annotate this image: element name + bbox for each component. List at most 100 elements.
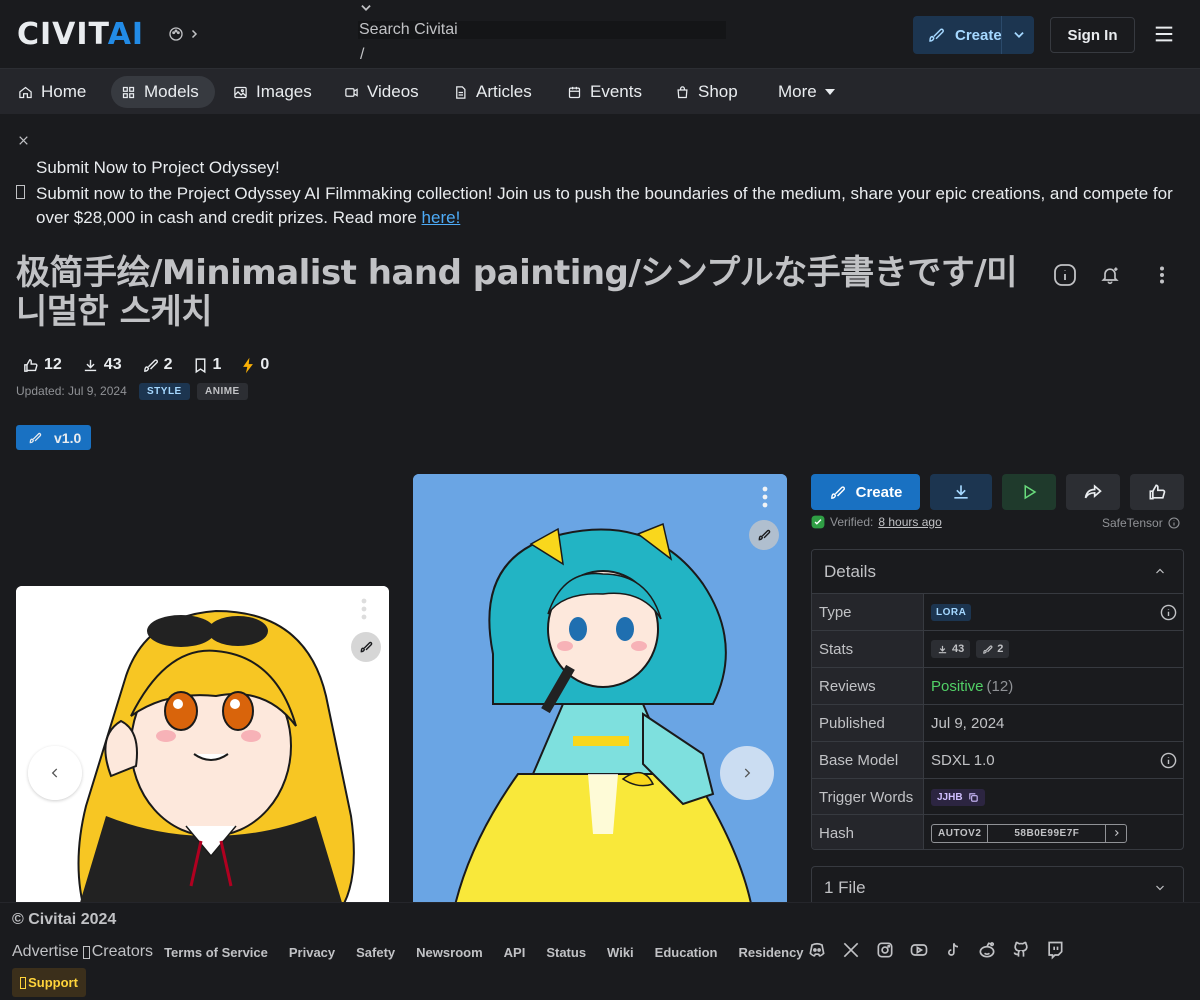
instagram-icon[interactable] [875, 940, 895, 960]
footer-link-terms[interactable]: Terms of Service [164, 945, 268, 960]
base-model-value: SDXL 1.0 [931, 751, 995, 769]
footer-link-wiki[interactable]: Wiki [607, 945, 634, 960]
download-button[interactable] [930, 474, 992, 510]
details-row-trigger-words: Trigger Words JJHB [812, 778, 1183, 815]
chevron-right-icon [188, 27, 200, 41]
create-button[interactable]: Create [913, 16, 1034, 54]
footer-link-education[interactable]: Education [655, 945, 718, 960]
nav-item-articles[interactable]: Articles [443, 76, 542, 108]
more-options-button[interactable] [1145, 258, 1179, 292]
details-row-base-model: Base Model SDXL 1.0 [812, 741, 1183, 778]
youtube-icon[interactable] [909, 940, 929, 960]
details-row-hash: Hash AUTOV2 58B0E99E7F [812, 814, 1183, 849]
x-twitter-icon[interactable] [841, 940, 861, 960]
nav-item-home[interactable]: Home [8, 76, 96, 108]
details-header[interactable]: Details [812, 550, 1183, 593]
notify-button[interactable] [1093, 258, 1127, 292]
info-button[interactable] [1048, 258, 1082, 292]
tag-style[interactable]: STYLE [139, 383, 190, 400]
close-icon[interactable] [17, 134, 30, 147]
info-circle-icon[interactable] [1168, 517, 1180, 529]
hamburger-menu-icon[interactable] [1153, 24, 1175, 44]
github-icon[interactable] [1011, 940, 1031, 960]
reddit-icon[interactable] [977, 940, 997, 960]
banner-title: Submit Now to Project Odyssey! [36, 158, 280, 177]
carousel-prev-button[interactable] [28, 746, 82, 800]
footer-link-advertise[interactable]: Advertise [12, 943, 79, 961]
footer-links: Advertise Creators Terms of Service Priv… [12, 941, 804, 963]
footer: © Civitai 2024 Advertise Creators Terms … [0, 902, 1200, 1000]
details-row-published: Published Jul 9, 2024 [812, 704, 1183, 741]
carousel-next-button[interactable] [720, 746, 774, 800]
panel-create-label: Create [855, 483, 903, 501]
nav-label: Videos [367, 82, 419, 101]
row-value[interactable]: Positive (12) [924, 668, 1183, 704]
search-input[interactable] [358, 21, 726, 39]
banner-icon [16, 185, 25, 199]
like-button[interactable] [1130, 474, 1184, 510]
twitch-icon[interactable] [1045, 940, 1065, 960]
dots-vertical-icon[interactable] [361, 598, 367, 620]
social-links [807, 940, 1065, 960]
nav-item-events[interactable]: Events [557, 76, 652, 108]
tag-anime[interactable]: ANIME [197, 383, 248, 400]
remixes-count: 2 [997, 643, 1004, 655]
play-button[interactable] [1002, 474, 1056, 510]
info-circle-icon[interactable] [1160, 752, 1177, 769]
logo-extras[interactable] [168, 26, 200, 42]
trigger-word-badge[interactable]: JJHB [931, 788, 985, 806]
stat-value: 12 [44, 356, 62, 373]
version-button[interactable]: v1.0 [16, 425, 91, 450]
stat-buzz[interactable]: 0 [235, 352, 275, 378]
nav-item-videos[interactable]: Videos [334, 76, 429, 108]
sign-in-button[interactable]: Sign In [1050, 17, 1135, 53]
type-badge: LORA [931, 603, 972, 621]
support-button[interactable]: Support [12, 968, 86, 997]
footer-link-api[interactable]: API [504, 945, 526, 960]
row-value: JJHB [924, 779, 1183, 815]
banner-read-more-link[interactable]: here! [422, 208, 461, 227]
logo-ai-text: AI [107, 17, 145, 52]
share-button[interactable] [1066, 474, 1120, 510]
panel-create-button[interactable]: Create [811, 474, 920, 510]
hash-box[interactable]: AUTOV2 58B0E99E7F [931, 823, 1128, 843]
footer-link-privacy[interactable]: Privacy [289, 945, 335, 960]
verified-status: Verified: 8 hours ago [811, 515, 942, 529]
footer-link-residency[interactable]: Residency [739, 945, 804, 960]
stat-downloads[interactable]: 43 [76, 352, 128, 378]
nav-label: Articles [476, 82, 532, 101]
stat-remixes[interactable]: 2 [136, 352, 179, 378]
chevron-down-icon[interactable] [359, 3, 373, 13]
discord-icon[interactable] [807, 940, 827, 960]
header: CIVITAI / Create Sign In [0, 0, 1200, 81]
support-icon [20, 976, 27, 989]
stat-likes[interactable]: 12 [16, 352, 68, 378]
stat-bookmarks[interactable]: 1 [187, 352, 228, 378]
model-stats: 12 43 2 1 0 [16, 352, 275, 378]
stat-value: 1 [212, 356, 222, 373]
nav-item-models[interactable]: Models [111, 76, 215, 108]
gallery-image-2[interactable] [413, 474, 787, 914]
remix-icon[interactable] [351, 632, 381, 662]
nav-item-images[interactable]: Images [223, 76, 322, 108]
footer-link-creators[interactable]: Creators [92, 943, 153, 961]
nav-item-more[interactable]: More [768, 76, 845, 108]
remix-icon[interactable] [749, 520, 779, 550]
chevron-down-icon[interactable] [1012, 28, 1026, 42]
footer-link-newsroom[interactable]: Newsroom [416, 945, 482, 960]
nav-item-shop[interactable]: Shop [665, 76, 748, 108]
footer-link-safety[interactable]: Safety [356, 945, 395, 960]
info-circle-icon[interactable] [1160, 604, 1177, 621]
chevron-down-icon [1154, 882, 1166, 894]
details-row-type: Type LORA [812, 593, 1183, 630]
banner-body: Submit now to the Project Odyssey AI Fil… [36, 184, 1173, 227]
verified-time[interactable]: 8 hours ago [878, 515, 941, 529]
tiktok-icon[interactable] [943, 940, 963, 960]
reviews-sentiment[interactable]: Positive [931, 678, 984, 695]
civitai-logo[interactable]: CIVITAI [17, 20, 144, 50]
hash-value[interactable]: 58B0E99E7F [988, 824, 1107, 842]
footer-link-status[interactable]: Status [546, 945, 586, 960]
brush-icon [927, 26, 945, 44]
dots-vertical-icon[interactable] [762, 486, 768, 508]
chevron-right-icon[interactable] [1106, 828, 1126, 838]
